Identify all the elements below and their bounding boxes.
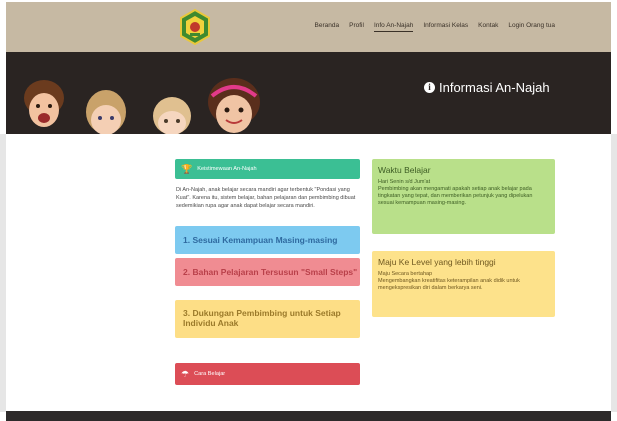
waktu-belajar-title: Waktu Belajar bbox=[378, 165, 431, 175]
keistimewaan-header[interactable]: 🏆 Keistimewaan An-Najah bbox=[175, 159, 360, 179]
hero-banner: i Informasi An-Najah bbox=[6, 52, 611, 134]
info-circle-icon: i bbox=[424, 82, 435, 93]
children-banner-image bbox=[24, 78, 260, 134]
waktu-belajar-card: Waktu Belajar Hari Senin s/d Jum'at Pemb… bbox=[372, 159, 555, 234]
tab-dukungan-pembimbing[interactable]: 3. Dukungan Pembimbing untuk Setiap Indi… bbox=[175, 300, 360, 338]
tab-sesuai-kemampuan[interactable]: 1. Sesuai Kemampuan Masing-masing bbox=[175, 226, 360, 254]
keistimewaan-description: Di An-Najah, anak belajar secara mandiri… bbox=[176, 187, 356, 209]
maju-level-title: Maju Ke Level yang lebih tinggi bbox=[378, 257, 496, 267]
keistimewaan-title: Keistimewaan An-Najah bbox=[197, 166, 257, 172]
nav-item-profil[interactable]: Profil bbox=[349, 22, 364, 32]
maju-level-subtitle: Maju Secara bertahap bbox=[378, 271, 433, 277]
cara-belajar-header[interactable]: ☂ Cara Belajar bbox=[175, 363, 360, 385]
tab-bahan-pelajaran[interactable]: 2. Bahan Pelajaran Tersusun "Small Steps… bbox=[175, 258, 360, 286]
trophy-icon: 🏆 bbox=[181, 163, 193, 174]
nav-item-login-orang-tua[interactable]: Login Orang tua bbox=[508, 22, 555, 32]
waktu-belajar-body: Pembimbing akan mengamati apakah setiap … bbox=[378, 186, 533, 206]
footer-bar bbox=[6, 411, 611, 421]
nav-item-informasi-kelas[interactable]: Informasi Kelas bbox=[423, 22, 468, 32]
umbrella-icon: ☂ bbox=[181, 368, 190, 379]
waktu-belajar-subtitle: Hari Senin s/d Jum'at bbox=[378, 179, 431, 185]
maju-level-card: Maju Ke Level yang lebih tinggi Maju Sec… bbox=[372, 251, 555, 317]
maju-level-body: Mengembangkan kreatifitas keterampilan a… bbox=[378, 278, 520, 291]
hero-heading: i Informasi An-Najah bbox=[424, 80, 550, 95]
right-edge-shade bbox=[611, 134, 617, 412]
top-navbar: Beranda Profil Info An-Najah Informasi K… bbox=[6, 2, 611, 52]
nav-links: Beranda Profil Info An-Najah Informasi K… bbox=[315, 22, 555, 32]
hero-title-text: Informasi An-Najah bbox=[439, 80, 550, 95]
nav-item-info-an-najah[interactable]: Info An-Najah bbox=[373, 22, 414, 32]
page-frame: Beranda Profil Info An-Najah Informasi K… bbox=[0, 0, 617, 421]
left-edge-shade bbox=[0, 134, 6, 412]
nav-item-beranda[interactable]: Beranda bbox=[315, 22, 340, 32]
nav-item-kontak[interactable]: Kontak bbox=[478, 22, 498, 32]
school-logo-icon[interactable] bbox=[178, 8, 212, 46]
cara-belajar-title: Cara Belajar bbox=[194, 371, 226, 377]
